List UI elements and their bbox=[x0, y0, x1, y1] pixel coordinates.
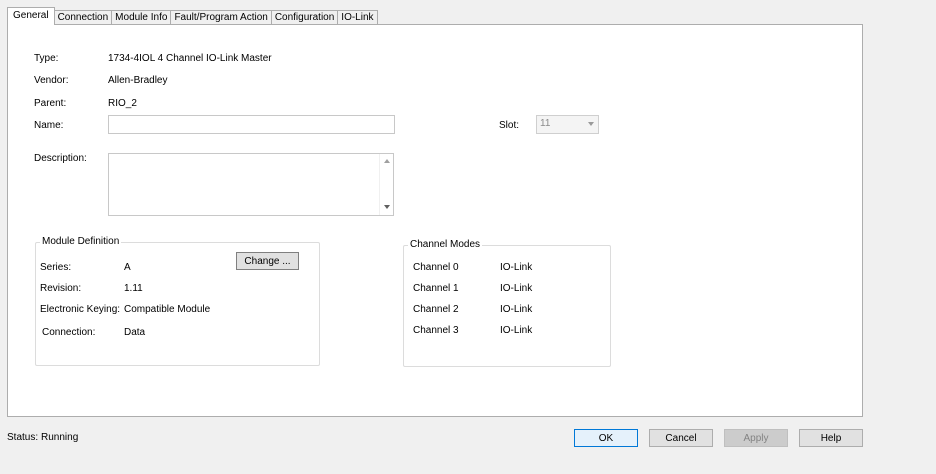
tab-fault-program-action[interactable]: Fault/Program Action bbox=[170, 10, 272, 25]
revision-label: Revision: bbox=[40, 283, 82, 294]
parent-label: Parent: bbox=[34, 98, 67, 109]
vendor-value: Allen-Bradley bbox=[108, 75, 168, 86]
series-label: Series: bbox=[40, 262, 72, 273]
description-field[interactable] bbox=[108, 153, 394, 216]
cancel-button[interactable]: Cancel bbox=[649, 429, 713, 447]
channel-0-mode: IO-Link bbox=[500, 262, 533, 273]
tab-general[interactable]: General bbox=[7, 7, 55, 25]
change-button[interactable]: Change ... bbox=[236, 252, 299, 270]
status-value: Running bbox=[41, 432, 79, 443]
scroll-down-icon[interactable] bbox=[384, 205, 390, 209]
slot-label: Slot: bbox=[499, 120, 520, 131]
parent-value: RIO_2 bbox=[108, 98, 137, 109]
general-tab-panel: Type: 1734-4IOL 4 Channel IO-Link Master… bbox=[7, 24, 863, 417]
name-label: Name: bbox=[34, 120, 64, 131]
vendor-label: Vendor: bbox=[34, 75, 69, 86]
description-label: Description: bbox=[34, 153, 87, 164]
module-definition-group: Module Definition Series: A Revision: 1.… bbox=[35, 236, 320, 366]
connection-value: Data bbox=[124, 327, 146, 338]
module-definition-title: Module Definition bbox=[40, 236, 122, 248]
electronic-keying-value: Compatible Module bbox=[124, 304, 211, 315]
chevron-down-icon bbox=[588, 122, 594, 126]
tab-io-link[interactable]: IO-Link bbox=[337, 10, 378, 25]
channel-0-label: Channel 0 bbox=[413, 262, 459, 273]
channel-2-mode: IO-Link bbox=[500, 304, 533, 315]
tab-strip: General Connection Module Info Fault/Pro… bbox=[7, 7, 378, 25]
type-value: 1734-4IOL 4 Channel IO-Link Master bbox=[108, 53, 272, 64]
channel-2-label: Channel 2 bbox=[413, 304, 459, 315]
channel-modes-group: Channel Modes Channel 0 IO-Link Channel … bbox=[403, 239, 611, 367]
slot-value: 11 bbox=[540, 118, 551, 129]
connection-label: Connection: bbox=[42, 327, 96, 338]
channel-3-label: Channel 3 bbox=[413, 325, 459, 336]
status-label: Status: bbox=[7, 432, 39, 443]
description-scrollbar[interactable] bbox=[379, 154, 393, 215]
electronic-keying-label: Electronic Keying: bbox=[40, 304, 121, 315]
tab-connection[interactable]: Connection bbox=[53, 10, 113, 25]
channel-1-label: Channel 1 bbox=[413, 283, 459, 294]
name-field[interactable] bbox=[108, 115, 395, 134]
type-label: Type: bbox=[34, 53, 59, 64]
apply-button[interactable]: Apply bbox=[724, 429, 788, 447]
tab-configuration[interactable]: Configuration bbox=[270, 10, 339, 25]
tab-module-info[interactable]: Module Info bbox=[111, 10, 172, 25]
scroll-up-icon[interactable] bbox=[384, 159, 390, 163]
slot-select[interactable]: 11 bbox=[536, 115, 599, 134]
channel-1-mode: IO-Link bbox=[500, 283, 533, 294]
channel-modes-title: Channel Modes bbox=[408, 239, 483, 251]
help-button[interactable]: Help bbox=[799, 429, 863, 447]
channel-3-mode: IO-Link bbox=[500, 325, 533, 336]
series-value: A bbox=[124, 262, 131, 273]
ok-button[interactable]: OK bbox=[574, 429, 638, 447]
revision-value: 1.11 bbox=[124, 283, 143, 294]
